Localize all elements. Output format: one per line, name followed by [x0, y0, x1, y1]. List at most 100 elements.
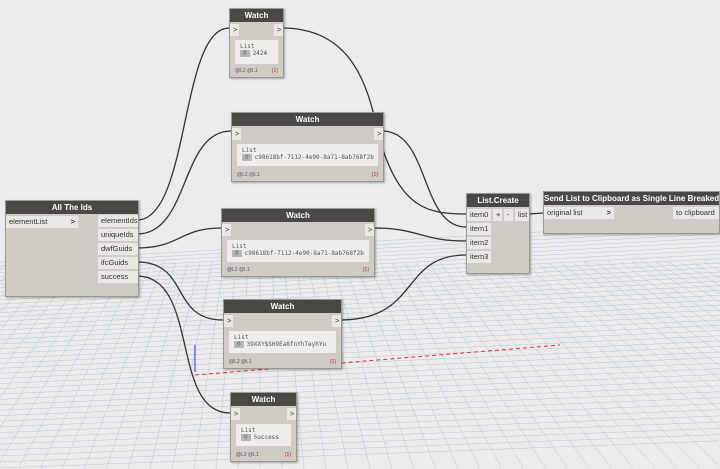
watch-footer: @L2 @L1 {1} [227, 267, 369, 273]
grid-line [667, 261, 720, 294]
output-port-ifcguids[interactable]: ifcGuids [98, 257, 138, 269]
watch-value: Success [253, 434, 279, 441]
output-port-elementids[interactable]: elementIds [98, 215, 138, 227]
grid-line [0, 340, 720, 374]
grid-line [679, 261, 720, 286]
add-input-button[interactable]: + [493, 209, 502, 221]
watch-footer: @L2 @L1 {1} [237, 172, 378, 178]
input-port-item3[interactable]: item3 [467, 251, 491, 263]
watch-output: List 0 2424 [235, 40, 278, 64]
remove-input-button[interactable]: - [504, 209, 513, 221]
index-badge: 0 [232, 250, 242, 257]
grid-line [0, 415, 720, 445]
list-label: List [234, 334, 249, 341]
watch-output: List 0 39XXY$SH9Ea8fnYhTeyhYu [229, 331, 336, 353]
index-badge: 0 [241, 434, 251, 441]
wire [381, 130, 467, 228]
list-create-node[interactable]: List.Create item0 item1 item2 item3 + - … [466, 193, 530, 274]
output-port[interactable]: > [287, 408, 296, 420]
wire [136, 27, 230, 221]
watch-footer: @L2 @L1 {1} [229, 359, 336, 365]
grid-line [0, 434, 720, 463]
grid-line [367, 261, 459, 469]
grid-line [427, 261, 569, 469]
output-port-list[interactable]: list [515, 209, 529, 221]
list-label: List [241, 427, 256, 434]
grid-line [0, 379, 720, 411]
output-port-success[interactable]: success [98, 271, 138, 283]
node-title: Watch [231, 393, 296, 406]
list-label: List [240, 43, 255, 50]
grid-line [463, 261, 635, 469]
levels: @L2 @L1 [236, 452, 259, 458]
node-title: Watch [222, 209, 374, 222]
index-badge: 0 [234, 341, 244, 348]
input-port[interactable]: > [224, 315, 233, 327]
grid-line [571, 261, 720, 381]
watch-value: c98618bf-7112-4e90-8a71-8ab768f2b [254, 154, 374, 161]
output-port[interactable]: > [365, 224, 374, 236]
grid-line [0, 421, 720, 451]
output-port[interactable]: > [332, 315, 341, 327]
watch-node-5[interactable]: Watch > > List 0 Success @L2 @L1 {1} [230, 392, 297, 462]
grid-line [0, 304, 720, 340]
watch-node-1[interactable]: Watch > > List 0 2424 @L2 @L1 {1} [229, 8, 284, 78]
input-port-original-list[interactable]: original list > [544, 207, 614, 219]
input-port-item2[interactable]: item2 [467, 237, 491, 249]
node-title: Watch [230, 9, 283, 22]
output-port-to-clipboard[interactable]: to clipboard [673, 207, 719, 219]
grid-line [0, 385, 720, 416]
send-to-clipboard-node[interactable]: Send List to Clipboard as Single Line Br… [543, 191, 720, 234]
grid-line [0, 397, 720, 428]
levels: @L2 @L1 [227, 267, 250, 273]
watch-output: List 0 Success [236, 424, 291, 446]
input-port[interactable]: > [231, 408, 240, 420]
index-badge: 0 [240, 50, 250, 57]
node-title: All The Ids [6, 201, 138, 214]
watch-output: List 0 c98618bf-7112-4e90-8a71-8ab768f2b [237, 144, 378, 166]
grid-line [0, 409, 720, 439]
node-title: List.Create [467, 194, 529, 207]
node-title: Watch [224, 300, 341, 313]
grid-line [511, 261, 720, 468]
input-port[interactable]: > [232, 128, 241, 140]
grid-line [643, 261, 720, 312]
watch-node-3[interactable]: Watch > > List 0 c98618bf-7112-4e90-8a71-8… [221, 208, 375, 277]
levels: @L2 @L1 [235, 68, 258, 74]
watch-node-2[interactable]: Watch > > List 0 c98618bf-7112-4e90-8a71-8… [231, 112, 384, 182]
levels: @L2 @L1 [237, 172, 260, 178]
watch-footer: @L2 @L1 {1} [236, 452, 291, 458]
watch-value: 39XXY$SH9Ea8fnYhTeyhYu [246, 341, 327, 348]
count: {1} [329, 359, 336, 365]
output-port[interactable]: > [274, 24, 283, 36]
grid-line [703, 261, 720, 272]
input-port-elementlist[interactable]: elementList > [6, 216, 78, 228]
input-port[interactable]: > [222, 224, 231, 236]
grid-line [583, 261, 720, 367]
watch-value: c98618bf-7112-4e90-8a71-8ab768f2b [244, 250, 364, 257]
count: {1} [362, 267, 369, 273]
node-title: Send List to Clipboard as Single Line Br… [544, 192, 719, 205]
wire [527, 212, 544, 215]
watch-node-4[interactable]: Watch > > List 0 39XXY$SH9Ea8fnYhTeyhYu @L… [223, 299, 342, 369]
grid-line [631, 261, 720, 322]
input-port-item0[interactable]: item0 [467, 209, 491, 221]
input-port[interactable]: > [230, 24, 239, 36]
count: {1} [284, 452, 291, 458]
grid-line [0, 346, 720, 379]
list-label: List [232, 243, 247, 250]
grid-line [475, 261, 657, 469]
grid-line [451, 261, 613, 469]
count: {1} [371, 172, 378, 178]
grid-line [691, 261, 720, 279]
grid-line [487, 261, 679, 469]
all-the-ids-node[interactable]: All The Ids elementList > elementIds uniq… [5, 200, 139, 297]
watch-output: List 0 c98618bf-7112-4e90-8a71-8ab768f2b [227, 240, 369, 262]
output-port[interactable]: > [374, 128, 383, 140]
grid-line [193, 261, 225, 469]
input-port-item1[interactable]: item1 [467, 223, 491, 235]
levels: @L2 @L1 [229, 359, 252, 365]
list-label: List [242, 147, 257, 154]
output-port-uniqueids[interactable]: uniqueIds [98, 229, 138, 241]
output-port-dwfguids[interactable]: dwfGuids [98, 243, 138, 255]
